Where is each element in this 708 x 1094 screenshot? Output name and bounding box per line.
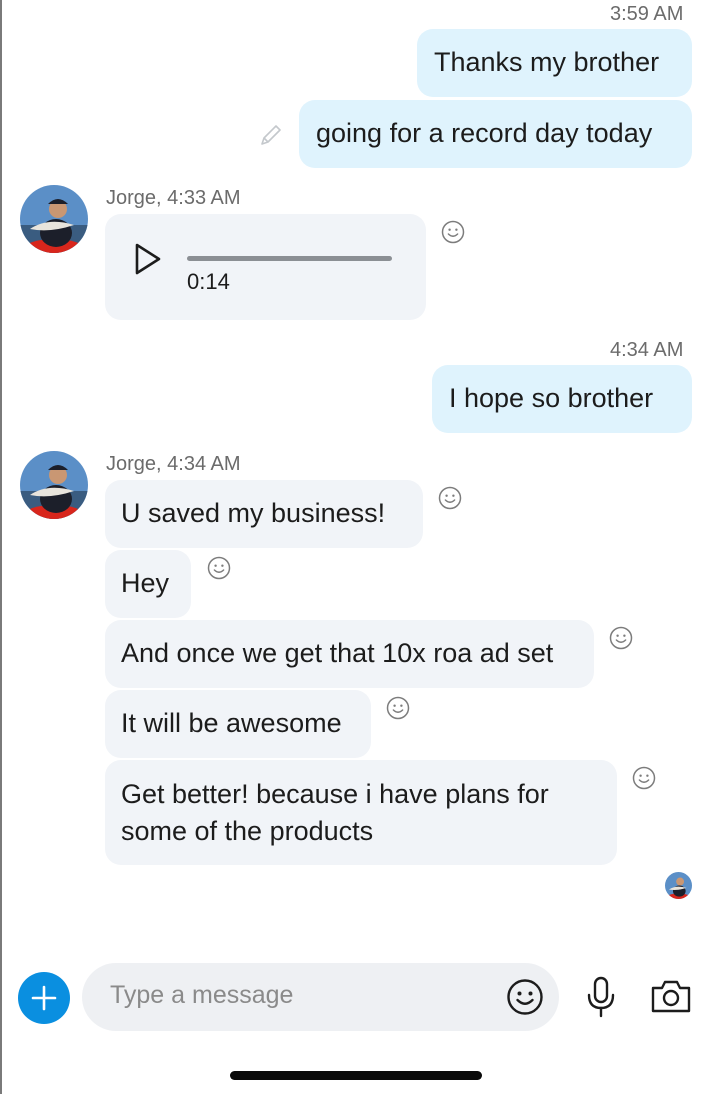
incoming-message[interactable]: U saved my business!: [105, 480, 423, 548]
message-text: Thanks my brother: [434, 47, 660, 77]
edited-pencil-icon: [261, 125, 281, 145]
microphone-icon[interactable]: [585, 975, 617, 1019]
outgoing-message[interactable]: I hope so brother: [432, 365, 692, 433]
read-receipt-avatar: [665, 872, 692, 899]
timestamp: 4:34 AM: [610, 339, 684, 361]
incoming-message[interactable]: Get better! because i have plans for som…: [105, 760, 617, 865]
smiley-react-icon[interactable]: [207, 556, 231, 580]
add-attachment-button[interactable]: [18, 972, 70, 1024]
smiley-react-icon[interactable]: [609, 626, 633, 650]
incoming-message[interactable]: Hey: [105, 550, 191, 618]
smiley-react-icon[interactable]: [632, 766, 656, 790]
message-text: going for a record day today: [316, 118, 653, 148]
message-text-line: some of the products: [121, 816, 374, 846]
sender-name: Jorge, 4:33 AM: [106, 187, 241, 209]
message-input[interactable]: Type a message: [82, 963, 559, 1031]
avatar[interactable]: [20, 185, 88, 253]
message-text: Hey: [121, 568, 170, 598]
home-indicator[interactable]: [230, 1071, 482, 1080]
incoming-message[interactable]: It will be awesome: [105, 690, 371, 758]
message-input-placeholder: Type a message: [110, 981, 294, 1009]
outgoing-message[interactable]: going for a record day today: [299, 100, 692, 168]
message-text-line: Get better! because i have plans for: [121, 779, 549, 809]
camera-icon[interactable]: [650, 978, 692, 1014]
message-text: I hope so brother: [449, 383, 654, 413]
smiley-react-icon[interactable]: [441, 220, 465, 244]
smiley-icon[interactable]: [506, 978, 544, 1016]
voice-progress-track[interactable]: [187, 256, 392, 261]
message-text: It will be awesome: [121, 708, 342, 738]
message-text: U saved my business!: [121, 498, 386, 528]
timestamp: 3:59 AM: [610, 3, 684, 25]
avatar[interactable]: [20, 451, 88, 519]
window-edge: [0, 0, 2, 1094]
message-text: And once we get that 10x roa ad set: [121, 638, 554, 668]
incoming-message[interactable]: And once we get that 10x roa ad set: [105, 620, 594, 688]
sender-name: Jorge, 4:34 AM: [106, 453, 241, 475]
voice-duration: 0:14: [187, 269, 230, 294]
outgoing-message[interactable]: Thanks my brother: [417, 29, 692, 97]
plus-icon: [31, 985, 57, 1011]
play-icon[interactable]: [133, 242, 163, 276]
smiley-react-icon[interactable]: [386, 696, 410, 720]
smiley-react-icon[interactable]: [438, 486, 462, 510]
voice-message[interactable]: 0:14: [105, 214, 426, 320]
